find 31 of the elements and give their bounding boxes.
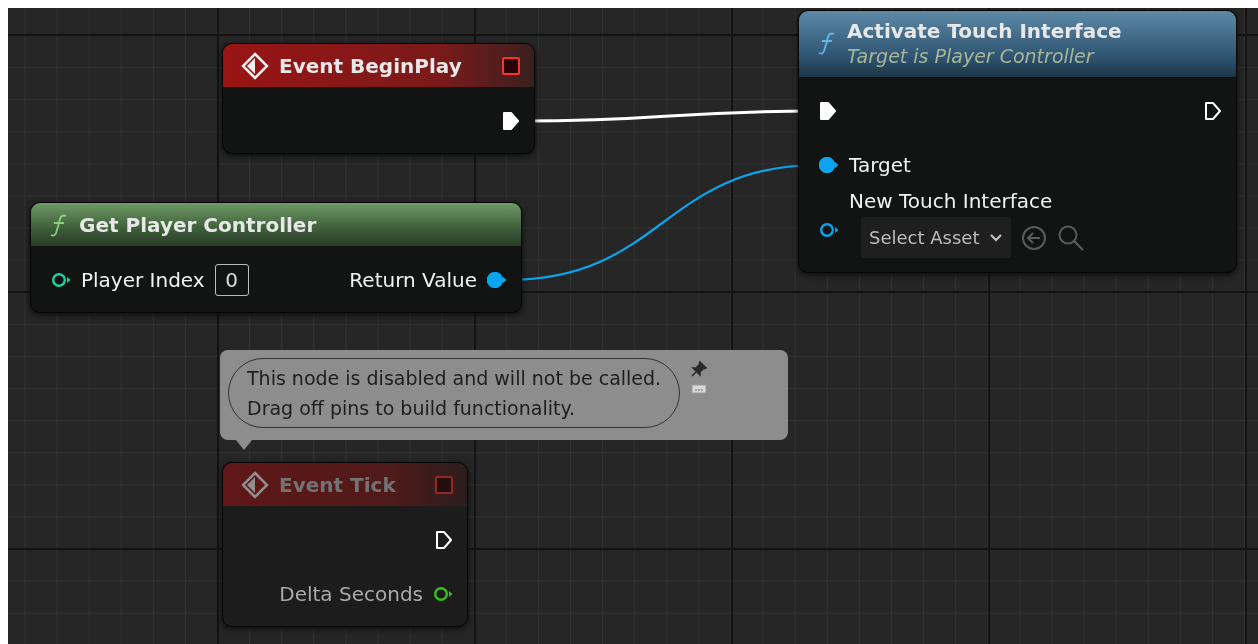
asset-dropdown[interactable]: Select Asset bbox=[861, 217, 1012, 258]
data-pin[interactable] bbox=[819, 221, 839, 238]
delegate-pin[interactable] bbox=[502, 56, 520, 75]
exec-pin[interactable] bbox=[502, 111, 520, 131]
pin-label: Target bbox=[849, 153, 911, 177]
node-title: Event Tick bbox=[279, 472, 396, 497]
search-icon[interactable] bbox=[1057, 223, 1086, 252]
event-icon bbox=[241, 51, 269, 80]
chevron-down-icon bbox=[989, 232, 1004, 243]
pin-label: Player Index bbox=[81, 268, 205, 292]
data-pin[interactable] bbox=[487, 272, 507, 288]
node-title: Activate Touch Interface bbox=[847, 19, 1122, 43]
data-pin[interactable] bbox=[819, 157, 839, 173]
collapse-icon bbox=[691, 384, 708, 394]
pin-label: Delta Seconds bbox=[279, 582, 423, 606]
value-field[interactable]: 0 bbox=[214, 264, 249, 296]
graph-node[interactable]: Activate Touch Interface Target is Player Controller Target New Touch Interface Select Asset bbox=[798, 10, 1237, 273]
node-title: Event BeginPlay bbox=[279, 53, 462, 78]
pin-label: New Touch Interface bbox=[849, 189, 1054, 213]
node-title: Get Player Controller bbox=[79, 212, 317, 237]
node-subtitle: Target is Player Controller bbox=[847, 45, 1096, 67]
function-icon bbox=[817, 31, 837, 55]
pin-icon bbox=[690, 360, 709, 378]
data-pin[interactable] bbox=[51, 272, 71, 288]
pin-label: Return Value bbox=[349, 268, 477, 292]
function-icon bbox=[49, 212, 69, 237]
graph-node[interactable]: Event BeginPlay bbox=[222, 43, 535, 154]
event-icon bbox=[241, 470, 269, 499]
graph-node[interactable]: Get Player Controller Player Index 0 Return Value bbox=[30, 202, 522, 313]
exec-pin[interactable] bbox=[819, 101, 837, 121]
exec-pin[interactable] bbox=[1204, 101, 1222, 121]
